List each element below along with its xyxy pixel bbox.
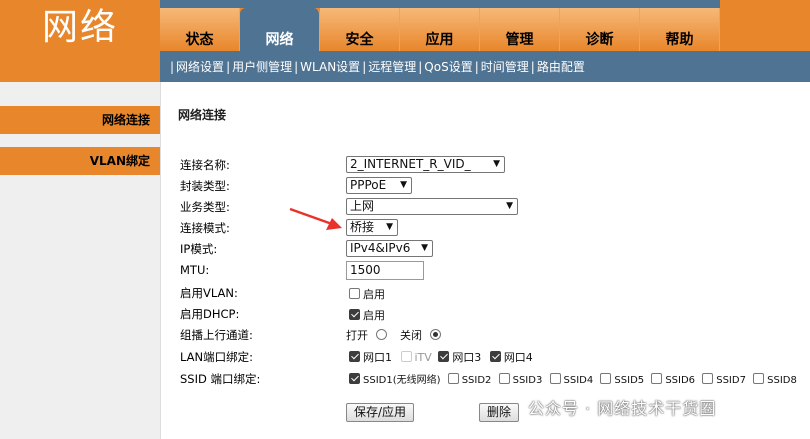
encap-type-select[interactable]: PPPoE ▼: [346, 177, 412, 194]
tab-management[interactable]: 管理: [480, 8, 560, 51]
ssid-binding-label: SSID 端口绑定:: [180, 372, 261, 386]
chevron-down-icon: ▼: [506, 201, 513, 211]
connection-name-select[interactable]: 2_INTERNET_R_VID_ ▼: [346, 156, 505, 173]
lan-port4-checkbox[interactable]: [489, 351, 501, 362]
chevron-down-icon: ▼: [493, 159, 500, 169]
ssid1-checkbox[interactable]: [349, 373, 360, 384]
lan-binding-label: LAN端口绑定:: [180, 350, 254, 364]
page-title: 网络连接: [178, 108, 227, 122]
ip-mode-select[interactable]: IPv4&IPv6 ▼: [346, 240, 433, 257]
tab-security[interactable]: 安全: [320, 8, 400, 51]
ssid8-checkbox[interactable]: [753, 373, 765, 384]
tab-status[interactable]: 状态: [160, 8, 240, 51]
sidebar-item-vlan-binding[interactable]: VLAN绑定: [0, 147, 160, 175]
delete-button[interactable]: 删除: [479, 403, 519, 422]
service-type-label: 业务类型:: [180, 200, 230, 214]
mtu-input[interactable]: 1500: [346, 261, 424, 280]
tab-application[interactable]: 应用: [400, 8, 480, 51]
enable-vlan-checkbox[interactable]: [349, 288, 360, 299]
multicast-on-label: 打开: [346, 329, 368, 342]
subnav-network-settings[interactable]: 网络设置: [176, 58, 224, 75]
tab-network[interactable]: 网络: [240, 8, 320, 51]
multicast-off-radio[interactable]: [429, 329, 441, 340]
ssid3-checkbox[interactable]: [498, 373, 510, 384]
lan-port1-checkbox[interactable]: [349, 351, 360, 362]
connection-name-label: 连接名称:: [180, 158, 230, 172]
subnav-time[interactable]: 时间管理: [481, 58, 529, 75]
main-tabs: 状态 网络 安全 应用 管理 诊断 帮助: [160, 8, 720, 51]
sidebar: 网络连接 VLAN绑定: [0, 82, 160, 439]
top-bar: [160, 0, 720, 8]
multicast-on-radio[interactable]: [375, 329, 387, 340]
main-content: 网络连接 连接名称: 2_INTERNET_R_VID_ ▼ 封装类型: PPPo…: [160, 82, 810, 439]
subnav-user-side[interactable]: 用户侧管理: [232, 58, 292, 75]
chevron-down-icon: ▼: [400, 180, 407, 190]
subnav-qos[interactable]: QoS设置: [424, 58, 472, 75]
ip-mode-label: IP模式:: [180, 242, 218, 256]
sub-navigation: | 网络设置 | 用户侧管理 | WLAN设置 | 远程管理 | QoS设置 | 时间管理 …: [160, 51, 810, 82]
tab-diagnostics[interactable]: 诊断: [560, 8, 640, 51]
encap-type-label: 封装类型:: [180, 179, 230, 193]
chevron-down-icon: ▼: [386, 222, 393, 232]
ssid5-checkbox[interactable]: [600, 373, 612, 384]
enable-dhcp-label: 启用DHCP:: [180, 307, 240, 321]
subnav-routing[interactable]: 路由配置: [537, 58, 585, 75]
ssid6-checkbox[interactable]: [651, 373, 663, 384]
ssid4-checkbox[interactable]: [549, 373, 561, 384]
subnav-remote[interactable]: 远程管理: [368, 58, 416, 75]
connection-mode-label: 连接模式:: [180, 221, 230, 235]
ssid2-checkbox[interactable]: [447, 373, 459, 384]
sidebar-item-network-connection[interactable]: 网络连接: [0, 106, 160, 134]
enable-dhcp-checkbox[interactable]: [349, 309, 360, 320]
red-arrow-annotation: [289, 207, 342, 230]
enable-vlan-label: 启用VLAN:: [180, 286, 238, 300]
chevron-down-icon: ▼: [421, 243, 428, 253]
ssid7-checkbox[interactable]: [702, 373, 714, 384]
lan-port3-checkbox[interactable]: [438, 351, 450, 362]
itv-checkbox[interactable]: [400, 351, 412, 362]
service-type-select[interactable]: 上网 ▼: [346, 198, 518, 215]
save-apply-button[interactable]: 保存/应用: [346, 403, 414, 422]
logo: 网络: [41, 7, 118, 48]
multicast-label: 组播上行通道:: [180, 328, 253, 342]
multicast-off-label: 关闭: [400, 329, 422, 342]
mtu-label: MTU:: [180, 263, 210, 277]
watermark: 公众号 · 网络技术干货圈: [528, 399, 717, 418]
subnav-wlan[interactable]: WLAN设置: [300, 58, 360, 75]
connection-mode-select[interactable]: 桥接 ▼: [346, 219, 398, 236]
tab-help[interactable]: 帮助: [640, 8, 720, 51]
